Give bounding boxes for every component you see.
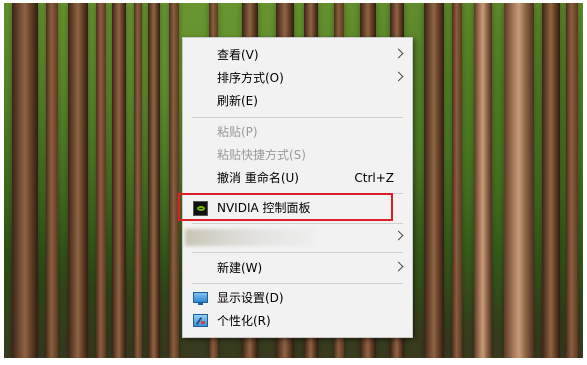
menu-item-new[interactable]: 新建(W): [183, 257, 412, 279]
personalize-icon: [193, 314, 208, 327]
tree-trunk: [566, 3, 578, 358]
menu-separator: [192, 117, 403, 118]
desktop-context-menu: 查看(V) 排序方式(O) 刷新(E) 粘贴(P) 粘贴快捷方式(S) 撤消 重…: [182, 37, 413, 338]
menu-item-sort[interactable]: 排序方式(O): [183, 67, 412, 89]
tree-trunk: [96, 3, 106, 358]
tree-trunk: [112, 3, 126, 358]
tree-trunk: [504, 3, 534, 358]
tree-trunk: [474, 3, 492, 358]
menu-item-personalize[interactable]: 个性化(R): [183, 310, 412, 332]
menu-item-paste[interactable]: 粘贴(P): [183, 121, 412, 143]
menu-item-label: 撤消 重命名(U): [217, 171, 299, 185]
chevron-right-icon: [393, 261, 404, 272]
menu-item-display-settings[interactable]: 显示设置(D): [183, 287, 412, 309]
menu-item-blurred[interactable]: [183, 226, 412, 248]
nvidia-highlight-box: [178, 193, 393, 221]
menu-item-label: 粘贴(P): [217, 125, 258, 139]
tree-trunk: [12, 3, 38, 358]
menu-item-label: 显示设置(D): [217, 291, 284, 305]
tree-trunk: [134, 3, 142, 358]
menu-separator: [192, 283, 403, 284]
tree-trunk: [452, 3, 462, 358]
menu-item-label: 粘贴快捷方式(S): [217, 148, 306, 162]
menu-item-paste-shortcut[interactable]: 粘贴快捷方式(S): [183, 144, 412, 166]
menu-item-view[interactable]: 查看(V): [183, 44, 412, 66]
tree-trunk: [424, 3, 444, 358]
blurred-menu-entry: [185, 229, 315, 246]
menu-item-label: 查看(V): [217, 48, 259, 62]
menu-item-undo-rename[interactable]: 撤消 重命名(U) Ctrl+Z: [183, 167, 412, 189]
tree-trunk: [148, 3, 160, 358]
menu-item-label: 个性化(R): [217, 314, 271, 328]
tree-trunk: [169, 3, 179, 358]
chevron-right-icon: [393, 71, 404, 82]
display-icon: [193, 292, 208, 305]
chevron-right-icon: [393, 230, 404, 241]
menu-separator: [192, 252, 403, 253]
chevron-right-icon: [393, 48, 404, 59]
menu-item-refresh[interactable]: 刷新(E): [183, 90, 412, 112]
menu-separator: [192, 223, 403, 224]
menu-item-shortcut: Ctrl+Z: [354, 171, 394, 185]
menu-item-label: 新建(W): [217, 261, 263, 275]
tree-trunk: [68, 3, 88, 358]
tree-trunk: [46, 3, 58, 358]
menu-item-label: 排序方式(O): [217, 71, 284, 85]
menu-item-label: 刷新(E): [217, 94, 258, 108]
tree-trunk: [542, 3, 560, 358]
